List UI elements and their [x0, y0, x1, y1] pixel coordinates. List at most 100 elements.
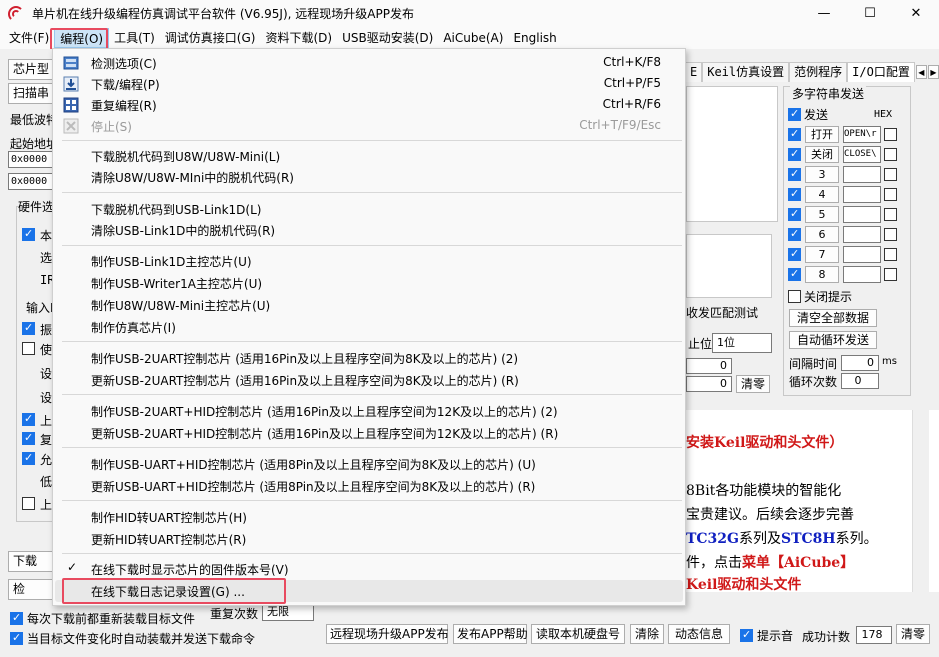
receive-buffer[interactable] [686, 86, 778, 222]
hex-6-checkbox[interactable] [884, 227, 897, 241]
reload-each-checkbox[interactable] [10, 611, 23, 625]
menu-item-make-2uart-hid-chip[interactable]: 制作USB-2UART+HID控制芯片 (适用16Pin及以上且程序空间为12K… [55, 400, 683, 422]
menu-item-clear-offline-link1d[interactable]: 清除USB-Link1D中的脱机代码(R) [55, 219, 683, 241]
hex-3-checkbox[interactable] [884, 167, 897, 181]
hex-7-checkbox[interactable] [884, 247, 897, 261]
menu-item-update-2uart-chip[interactable]: 更新USB-2UART控制芯片 (适用16Pin及以上且程序空间为8K及以上的芯… [55, 369, 683, 391]
beep-checkbox[interactable] [740, 628, 753, 642]
menu-item-check-options[interactable]: 检测选项(C) Ctrl+K/F8 [55, 52, 683, 74]
info-line-5b[interactable]: 菜单【AiCube】 [742, 555, 854, 571]
send-string-5-button[interactable]: 5 [805, 205, 839, 223]
menu-item-stop[interactable]: 停止(S) Ctrl+T/F9/Esc [55, 115, 683, 137]
minimize-button[interactable]: — [801, 0, 847, 27]
string-6-field[interactable] [843, 225, 881, 243]
send-string-1-button[interactable]: 打开 [805, 125, 839, 143]
dynamic-info-button[interactable]: 动态信息 [668, 624, 730, 644]
menu-file[interactable]: 文件(F) [4, 28, 54, 48]
option-checkbox-4[interactable] [22, 412, 35, 426]
row1-checkbox[interactable] [788, 127, 801, 141]
clear-all-data-button[interactable]: 清空全部数据 [789, 309, 877, 327]
send-string-8-button[interactable]: 8 [805, 265, 839, 283]
string-7-field[interactable] [843, 245, 881, 263]
menu-item-show-firmware-version[interactable]: ✓ 在线下载时显示芯片的固件版本号(V) [55, 558, 683, 580]
send-string-6-button[interactable]: 6 [805, 225, 839, 243]
menu-item-make-link1d-chip[interactable]: 制作USB-Link1D主控芯片(U) [55, 250, 683, 272]
tab-partial[interactable]: E [686, 62, 703, 82]
loop-count-field[interactable]: 0 [841, 373, 879, 389]
menu-item-make-hid-uart-chip[interactable]: 制作HID转UART控制芯片(H) [55, 506, 683, 528]
menu-item-clear-offline-u8w[interactable]: 清除U8W/U8W-MIni中的脱机代码(R) [55, 166, 683, 188]
menu-item-update-hid-uart-chip[interactable]: 更新HID转UART控制芯片(R) [55, 528, 683, 550]
end-addr-field[interactable]: 0x0000 [8, 173, 58, 190]
menu-english[interactable]: English [508, 28, 561, 48]
check-button[interactable]: 检 [8, 579, 54, 600]
close-button[interactable]: ✕ [893, 0, 939, 27]
string-3-field[interactable] [843, 165, 881, 183]
chip-type-select[interactable]: 芯片型 [8, 59, 54, 80]
string-1-field[interactable]: OPEN\r [843, 125, 881, 143]
stop-bit-select[interactable]: 1位 [712, 333, 772, 353]
row4-checkbox[interactable] [788, 187, 801, 201]
clear-button[interactable]: 清除 [630, 624, 664, 644]
menu-item-make-writer1a-chip[interactable]: 制作USB-Writer1A主控芯片(U) [55, 272, 683, 294]
menu-downloads[interactable]: 资料下载(D) [260, 28, 337, 48]
menu-usb-driver[interactable]: USB驱动安装(D) [337, 28, 438, 48]
send-string-7-button[interactable]: 7 [805, 245, 839, 263]
string-5-field[interactable] [843, 205, 881, 223]
row5-checkbox[interactable] [788, 207, 801, 221]
interval-field[interactable]: 0 [841, 355, 879, 371]
hex-4-checkbox[interactable] [884, 187, 897, 201]
menu-item-make-uart-hid-chip[interactable]: 制作USB-UART+HID控制芯片 (适用8Pin及以上且程序空间为8K及以上… [55, 453, 683, 475]
option-checkbox-5[interactable] [22, 431, 35, 445]
menu-item-update-2uart-hid-chip[interactable]: 更新USB-2UART+HID控制芯片 (适用16Pin及以上且程序空间为12K… [55, 422, 683, 444]
option-checkbox-1[interactable] [22, 227, 35, 241]
send-buffer[interactable] [686, 234, 772, 298]
send-string-4-button[interactable]: 4 [805, 185, 839, 203]
row3-checkbox[interactable] [788, 167, 801, 181]
tab-keil-settings[interactable]: Keil仿真设置 [702, 62, 790, 82]
string-4-field[interactable] [843, 185, 881, 203]
send-string-2-button[interactable]: 关闭 [805, 145, 839, 163]
menu-item-download-offline-u8w[interactable]: 下载脱机代码到U8W/U8W-Mini(L) [55, 145, 683, 167]
auto-reload-checkbox[interactable] [10, 631, 23, 645]
string-2-field[interactable]: CLOSE\ [843, 145, 881, 163]
menu-item-update-uart-hid-chip[interactable]: 更新USB-UART+HID控制芯片 (适用8Pin及以上且程序空间为8K及以上… [55, 475, 683, 497]
row7-checkbox[interactable] [788, 247, 801, 261]
hex-2-checkbox[interactable] [884, 147, 897, 161]
tab-scroll-right-icon[interactable]: ▶ [927, 65, 939, 79]
menu-debug-interface[interactable]: 调试仿真接口(G) [160, 28, 261, 48]
hex-1-checkbox[interactable] [884, 127, 897, 141]
download-button[interactable]: 下载 [8, 551, 54, 572]
publish-app-help-button[interactable]: 发布APP帮助 [453, 624, 528, 644]
menu-item-download-offline-link1d[interactable]: 下载脱机代码到USB-Link1D(L) [55, 198, 683, 220]
menu-item-download-program[interactable]: 下载/编程(P) Ctrl+P/F5 [55, 73, 683, 95]
send-all-checkbox[interactable] [788, 107, 801, 121]
auto-loop-send-button[interactable]: 自动循环发送 [789, 331, 877, 349]
menu-aicube[interactable]: AiCube(A) [438, 28, 508, 48]
row2-checkbox[interactable] [788, 147, 801, 161]
start-addr-field[interactable]: 0x0000 [8, 151, 58, 168]
tab-io-config[interactable]: I/O口配置 [847, 62, 915, 82]
option-checkbox-2[interactable] [22, 321, 35, 335]
maximize-button[interactable]: ☐ [847, 0, 893, 27]
hex-5-checkbox[interactable] [884, 207, 897, 221]
row6-checkbox[interactable] [788, 227, 801, 241]
option-checkbox-3[interactable] [22, 342, 35, 355]
option-checkbox-7[interactable] [22, 497, 35, 510]
row8-checkbox[interactable] [788, 267, 801, 281]
close-hint-checkbox[interactable] [788, 289, 801, 303]
tab-examples[interactable]: 范例程序 [789, 62, 848, 82]
menu-item-make-u8w-chip[interactable]: 制作U8W/U8W-Mini主控芯片(U) [55, 294, 683, 316]
menu-item-make-2uart-chip[interactable]: 制作USB-2UART控制芯片 (适用16Pin及以上且程序空间为8K及以上的芯… [55, 347, 683, 369]
read-disk-id-button[interactable]: 读取本机硬盘号 [531, 624, 625, 644]
remote-upgrade-publish-button[interactable]: 远程现场升级APP发布 [326, 624, 449, 644]
option-checkbox-6[interactable] [22, 451, 35, 465]
menu-tools[interactable]: 工具(T) [109, 28, 160, 48]
tab-scroll-left-icon[interactable]: ◀ [915, 65, 927, 79]
clear-success-button[interactable]: 清零 [896, 624, 930, 644]
menu-item-make-emulator-chip[interactable]: 制作仿真芯片(I) [55, 316, 683, 338]
info-scrollbar[interactable] [912, 410, 929, 592]
send-string-3-button[interactable]: 3 [805, 165, 839, 183]
clear-count-button[interactable]: 清零 [736, 375, 770, 393]
menu-item-repeat-program[interactable]: 重复编程(R) Ctrl+R/F6 [55, 94, 683, 116]
